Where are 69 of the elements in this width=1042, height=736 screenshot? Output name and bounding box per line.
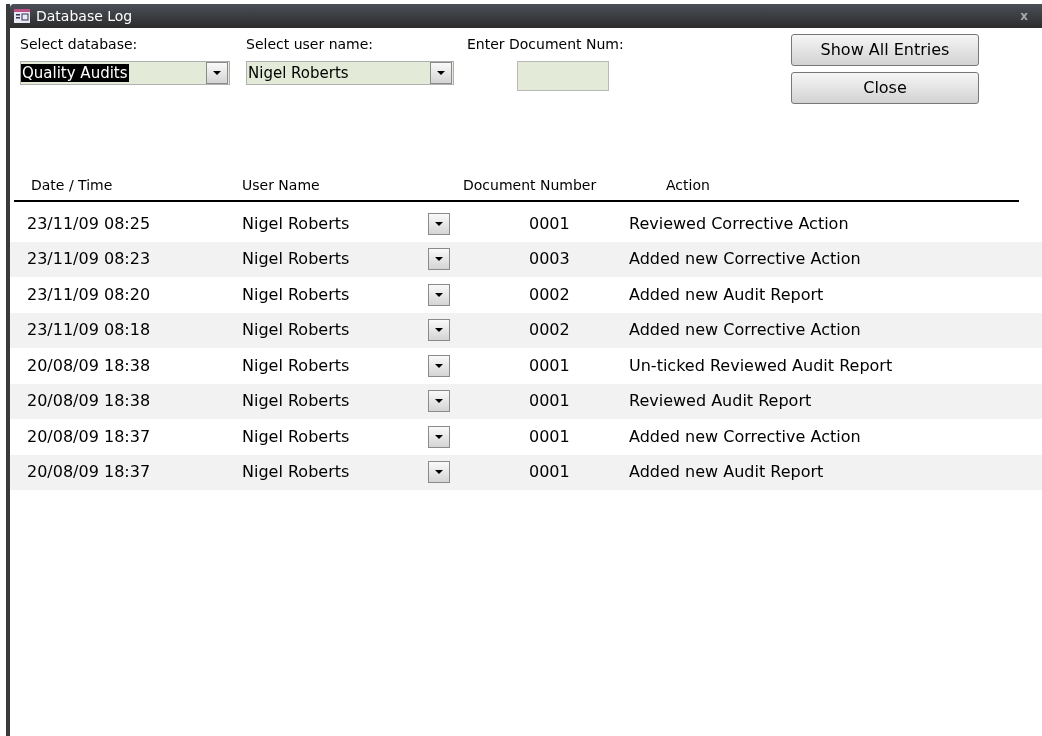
document-number-cell-text: 0001 xyxy=(529,461,571,484)
date-time-cell-text: 20/08/09 18:38 xyxy=(27,390,152,413)
column-header: Document Number xyxy=(463,176,598,195)
user-name-cell-text: Nigel Roberts xyxy=(242,248,351,271)
user-name-cell-text: Nigel Roberts xyxy=(242,390,351,413)
action-cell-text: Added new Audit Report xyxy=(629,283,824,306)
window-title: Database Log xyxy=(36,6,133,26)
document-number-cell-text: 0002 xyxy=(529,283,571,306)
user-name-cell-text: Nigel Roberts xyxy=(242,283,351,306)
date-time-cell-text: 23/11/09 08:23 xyxy=(27,248,152,271)
caret-icon xyxy=(435,221,443,226)
dropdown-button[interactable] xyxy=(430,62,452,84)
date-time-cell-text: 20/08/09 18:37 xyxy=(27,425,152,448)
command-button[interactable]: Show All Entries xyxy=(791,34,979,66)
field-label: Select user name: xyxy=(246,35,375,54)
dropdown-button[interactable] xyxy=(428,212,450,235)
dropdown-button[interactable] xyxy=(428,390,450,413)
user-name-cell-text: Nigel Roberts xyxy=(242,354,351,377)
action-cell-text: Added new Corrective Action xyxy=(629,319,861,342)
document-number-cell-text: 0002 xyxy=(529,319,571,342)
action-cell-text: Reviewed Corrective Action xyxy=(629,212,849,235)
user-name-cell-text: Nigel Roberts xyxy=(242,425,351,448)
dropdown-button[interactable] xyxy=(428,283,450,306)
action-cell-text: Reviewed Audit Report xyxy=(629,390,812,413)
column-header: Date / Time xyxy=(31,176,114,195)
caret-icon xyxy=(435,399,443,404)
field-label: Select database: xyxy=(20,35,139,54)
action-cell-text: Added new Corrective Action xyxy=(629,425,861,448)
caret-icon xyxy=(435,363,443,368)
document-number-cell-text: 0001 xyxy=(529,212,571,235)
dropdown-value: Quality Audits xyxy=(21,64,129,82)
dropdown-button[interactable] xyxy=(206,62,228,84)
document-number-field[interactable] xyxy=(517,61,609,91)
user-name-cell-text: Nigel Roberts xyxy=(242,319,351,342)
date-time-cell-text: 23/11/09 08:18 xyxy=(27,319,152,342)
caret-icon xyxy=(435,434,443,439)
dropdown-button[interactable] xyxy=(428,425,450,448)
date-time-cell-text: 23/11/09 08:20 xyxy=(27,283,152,306)
caret-icon xyxy=(213,71,221,75)
command-button[interactable]: Close xyxy=(791,72,979,104)
action-cell-text: Added new Corrective Action xyxy=(629,248,861,271)
form-icon xyxy=(14,9,30,23)
document-number-cell-text: 0001 xyxy=(529,390,571,413)
document-number-cell-text: 0001 xyxy=(529,354,571,377)
document-number-cell-text: 0003 xyxy=(529,248,571,271)
column-header: Action xyxy=(666,176,710,195)
caret-icon xyxy=(435,257,443,262)
caret-icon xyxy=(435,328,443,333)
caret-icon xyxy=(437,71,445,75)
dropdown-button[interactable] xyxy=(428,461,450,484)
date-time-cell-text: 20/08/09 18:38 xyxy=(27,354,152,377)
caret-icon xyxy=(435,292,443,297)
dropdown-button[interactable] xyxy=(428,248,450,271)
document-number-cell-text: 0001 xyxy=(529,425,571,448)
column-header: User Name xyxy=(242,176,321,195)
window-close-button[interactable]: x xyxy=(1020,7,1028,25)
dropdown-button[interactable] xyxy=(428,319,450,342)
user-name-cell-text: Nigel Roberts xyxy=(242,212,351,235)
caret-icon xyxy=(435,470,443,475)
dropdown-value: Nigel Roberts xyxy=(247,64,350,82)
action-cell-text: Added new Audit Report xyxy=(629,461,824,484)
dropdown-button[interactable] xyxy=(428,354,450,377)
date-time-cell-text: 20/08/09 18:37 xyxy=(27,461,152,484)
dropdown-field[interactable]: Nigel Roberts xyxy=(246,61,454,85)
user-name-cell-text: Nigel Roberts xyxy=(242,461,351,484)
field-label: Enter Document Num: xyxy=(467,35,625,54)
dropdown-field[interactable]: Quality Audits xyxy=(20,61,230,85)
action-cell-text: Un-ticked Reviewed Audit Report xyxy=(629,354,893,377)
date-time-cell-text: 23/11/09 08:25 xyxy=(27,212,152,235)
